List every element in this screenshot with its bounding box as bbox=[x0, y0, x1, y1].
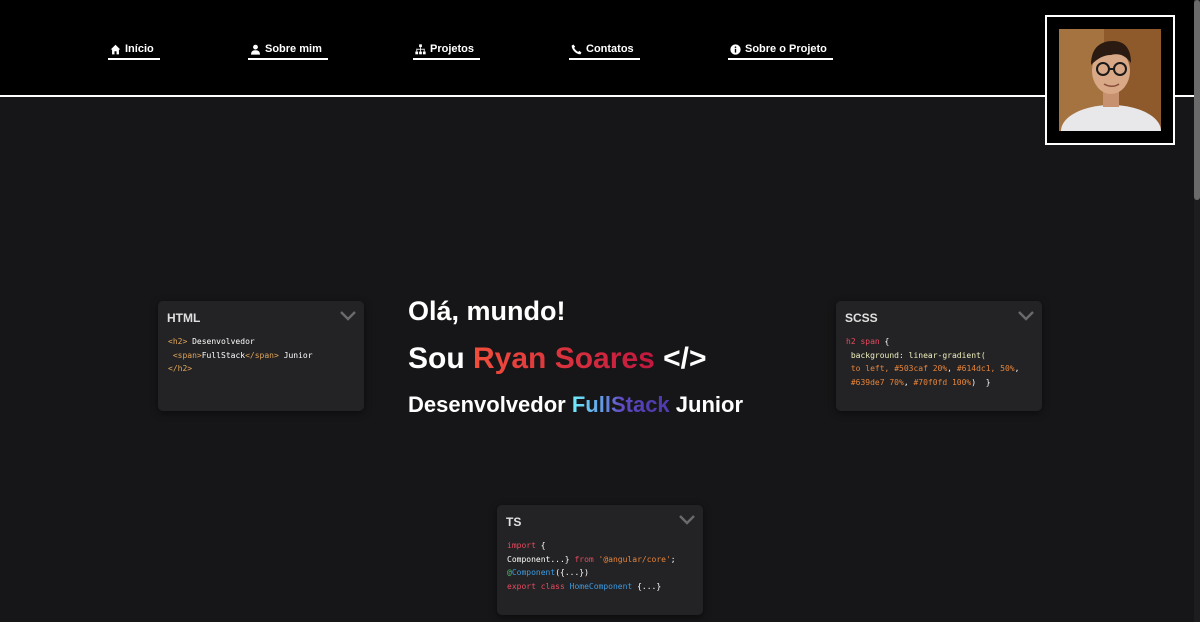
hero-section: Olá, mundo! Sou Ryan Soares </> Desenvol… bbox=[408, 294, 743, 419]
nav-item-sobre-mim[interactable]: Sobre mim bbox=[248, 41, 328, 60]
code-token: Desenvolvedor bbox=[187, 337, 255, 346]
code-snippet: h2 span { background: linear-gradient( t… bbox=[846, 335, 1019, 389]
chevron-down-icon[interactable] bbox=[679, 514, 695, 526]
code-token: </h2> bbox=[168, 364, 193, 373]
code-token: ) } bbox=[971, 377, 991, 387]
nav-item-inicio[interactable]: Início bbox=[108, 41, 160, 60]
code-token: </span> bbox=[245, 350, 279, 360]
code-token: #639de7 70% bbox=[850, 377, 904, 387]
code-token: HomeComponent bbox=[569, 581, 633, 591]
code-token: {...} bbox=[632, 581, 662, 591]
code-token: h2 span bbox=[846, 337, 880, 346]
profile-photo-illustration bbox=[1059, 29, 1161, 131]
code-token: , bbox=[1014, 364, 1020, 373]
nav-label: Sobre mim bbox=[265, 43, 322, 55]
scrollbar-thumb[interactable] bbox=[1194, 0, 1200, 200]
nav-item-contatos[interactable]: Contatos bbox=[569, 41, 640, 60]
code-token: export class bbox=[507, 581, 570, 591]
code-token: , bbox=[947, 364, 957, 373]
code-snippet: <h2> Desenvolvedor <span>FullStack</span… bbox=[168, 335, 313, 376]
nav-label: Sobre o Projeto bbox=[745, 43, 827, 55]
nav-item-projetos[interactable]: Projetos bbox=[413, 41, 481, 60]
code-token: { bbox=[535, 541, 546, 550]
code-snippet: import { Component...} from '@angular/co… bbox=[507, 539, 676, 593]
code-token: #503caf 20% bbox=[894, 364, 948, 373]
chevron-down-icon[interactable] bbox=[1018, 310, 1034, 322]
code-token: #70f0fd 100% bbox=[913, 377, 972, 387]
html-code-card[interactable]: HTML <h2> Desenvolvedor <span>FullStack<… bbox=[158, 301, 364, 411]
sitemap-icon bbox=[415, 43, 426, 54]
role-suffix: Junior bbox=[675, 392, 744, 417]
ts-code-card[interactable]: TS import { Component...} from '@angular… bbox=[497, 505, 703, 615]
profile-photo-frame bbox=[1045, 15, 1175, 145]
code-token: , bbox=[903, 377, 914, 387]
code-token: to left, bbox=[850, 364, 895, 373]
nav-item-sobre-o-projeto[interactable]: Sobre o Projeto bbox=[728, 41, 833, 60]
code-token: ; bbox=[670, 554, 676, 564]
card-title: TS bbox=[506, 515, 522, 529]
code-token: '@angular/core' bbox=[598, 554, 671, 564]
hero-greeting: Olá, mundo! bbox=[408, 296, 566, 326]
code-token: <span> bbox=[172, 350, 202, 360]
hero-name-line: Sou Ryan Soares </> bbox=[408, 340, 743, 378]
hero-role-line: Desenvolvedor FullStack Junior bbox=[408, 391, 743, 419]
code-token: from bbox=[569, 554, 599, 564]
code-token: ({...}) bbox=[555, 568, 589, 577]
role-prefix: Desenvolvedor bbox=[408, 392, 566, 417]
card-title: SCSS bbox=[845, 311, 878, 325]
code-token: Component...} bbox=[507, 554, 570, 564]
info-circle-icon bbox=[730, 43, 741, 55]
code-token: background bbox=[850, 350, 899, 360]
scss-code-card[interactable]: SCSS h2 span { background: linear-gradie… bbox=[836, 301, 1042, 411]
nav-label: Projetos bbox=[430, 43, 475, 55]
chevron-down-icon[interactable] bbox=[340, 310, 356, 322]
card-title: HTML bbox=[167, 311, 201, 325]
code-token: Component bbox=[511, 568, 556, 577]
code-token: : linear-gradient( bbox=[899, 350, 986, 360]
user-icon bbox=[251, 44, 260, 55]
code-token: FullStack bbox=[201, 350, 246, 360]
code-token: Junior bbox=[278, 350, 313, 360]
page-scrollbar[interactable] bbox=[1194, 0, 1200, 622]
code-token: #614dc1, 50% bbox=[956, 364, 1015, 373]
top-navigation-bar: Início Sobre mim Projetos Contatos Sobre… bbox=[0, 0, 1200, 97]
intro-prefix: Sou bbox=[408, 342, 465, 375]
profile-photo bbox=[1059, 29, 1161, 131]
nav-label: Início bbox=[125, 43, 154, 55]
role-highlight: FullStack bbox=[571, 392, 670, 417]
code-symbol: </> bbox=[663, 342, 707, 375]
developer-name: Ryan Soares bbox=[473, 342, 655, 375]
code-token: <h2> bbox=[168, 337, 188, 346]
home-icon bbox=[110, 44, 121, 54]
nav-label: Contatos bbox=[586, 43, 634, 55]
phone-icon bbox=[571, 44, 582, 54]
code-token: import bbox=[507, 541, 536, 550]
code-token: { bbox=[879, 337, 890, 346]
